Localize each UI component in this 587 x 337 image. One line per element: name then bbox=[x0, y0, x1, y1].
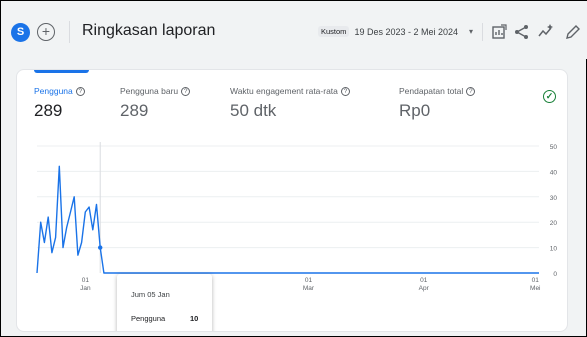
y-tick-label: 30 bbox=[550, 195, 558, 202]
share-icon[interactable] bbox=[513, 23, 531, 41]
page-title: Ringkasan laporan bbox=[82, 22, 216, 39]
account-avatar[interactable]: S bbox=[11, 23, 30, 42]
series-line-pengguna bbox=[36, 165, 539, 274]
y-tick-label: 50 bbox=[550, 144, 558, 151]
y-tick-label: 40 bbox=[550, 169, 558, 176]
divider bbox=[69, 21, 70, 43]
chevron-down-icon: ▾ bbox=[469, 27, 474, 36]
y-tick-label: 10 bbox=[550, 246, 558, 253]
add-comparison-button[interactable]: + bbox=[37, 23, 55, 41]
tooltip-date: Jum 05 Jan bbox=[131, 290, 170, 299]
x-tick-day: 01 bbox=[420, 277, 428, 284]
date-preset-chip: Kustom bbox=[318, 26, 350, 37]
insights-icon[interactable] bbox=[537, 23, 555, 41]
edit-report-icon[interactable] bbox=[490, 23, 508, 41]
x-tick-month: Mei bbox=[530, 285, 540, 292]
tooltip-value: 10 bbox=[190, 314, 199, 323]
divider bbox=[482, 23, 483, 41]
y-tick-label: 20 bbox=[550, 220, 558, 227]
chart-tooltip: Jum 05 Jan Pengguna 10 bbox=[117, 274, 212, 331]
y-tick-label: 0 bbox=[553, 271, 557, 278]
x-tick-day: 01 bbox=[532, 277, 540, 284]
x-tick-day: 01 bbox=[305, 277, 313, 284]
users-line-chart[interactable]: 0102030405001Jan01Feb01Mar01Apr01Mei bbox=[17, 70, 568, 332]
x-tick-day: 01 bbox=[82, 277, 90, 284]
date-range-picker[interactable]: Kustom 19 Des 2023 - 2 Mei 2024 ▾ bbox=[318, 26, 473, 37]
top-bar: S + Ringkasan laporan Kustom 19 Des 2023… bbox=[1, 1, 587, 59]
date-range-text: 19 Des 2023 - 2 Mei 2024 bbox=[354, 26, 459, 37]
tooltip-label: Pengguna bbox=[131, 314, 166, 323]
x-tick-month: Jan bbox=[80, 285, 91, 292]
x-tick-month: Apr bbox=[419, 285, 430, 292]
pencil-icon[interactable] bbox=[564, 23, 582, 41]
highlight-point bbox=[98, 245, 103, 250]
report-card: Pengguna? 289 Pengguna baru? 289 Waktu e… bbox=[16, 69, 568, 332]
x-tick-month: Mar bbox=[303, 285, 315, 292]
